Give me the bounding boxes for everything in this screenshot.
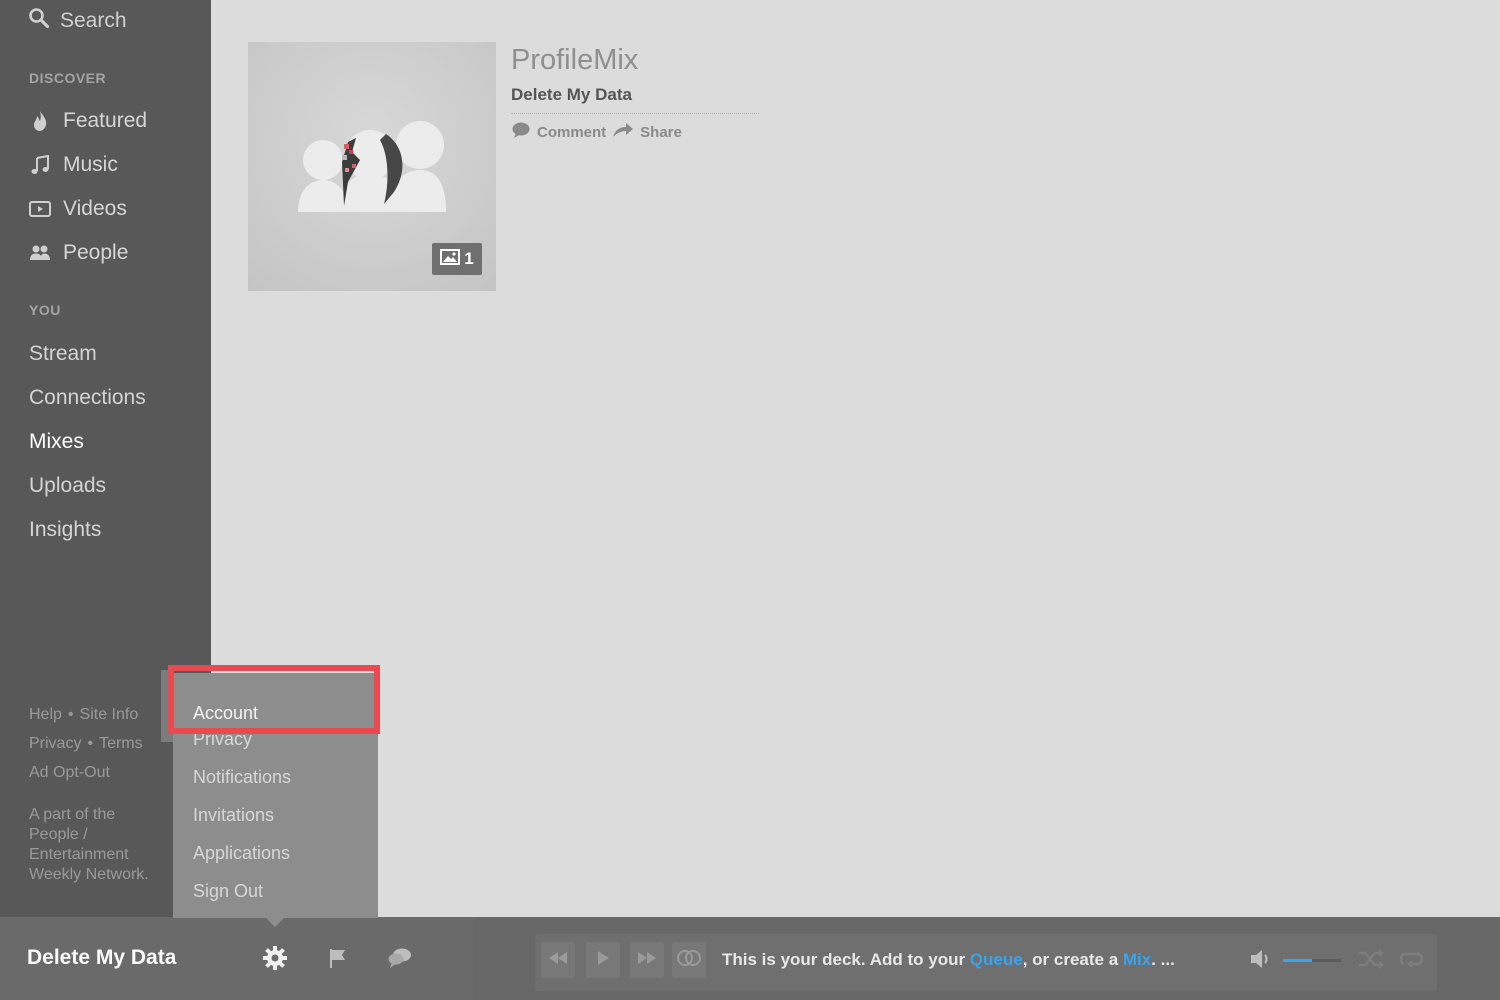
site-info-link[interactable]: Site Info xyxy=(80,706,139,723)
play-button[interactable] xyxy=(586,942,620,978)
you-section-title: YOU xyxy=(29,302,61,318)
shuffle-button[interactable] xyxy=(1358,949,1384,974)
queue-link[interactable]: Queue xyxy=(970,950,1023,969)
fast-forward-icon xyxy=(637,951,657,970)
deck-text: , or create a xyxy=(1022,950,1123,969)
flag-icon xyxy=(327,947,349,974)
sidebar-item-music[interactable]: Music xyxy=(29,150,118,180)
rewind-icon xyxy=(548,951,568,970)
deck-text: This is your deck. Add to your xyxy=(722,950,970,969)
video-play-icon xyxy=(29,198,51,220)
repeat-icon xyxy=(1399,952,1425,973)
flame-icon xyxy=(29,110,51,132)
sidebar-item-label: People xyxy=(63,241,129,264)
sidebar-item-videos[interactable]: Videos xyxy=(29,194,127,224)
mix-link[interactable]: Mix xyxy=(1123,950,1151,969)
search-icon xyxy=(28,7,50,35)
sidebar-item-people[interactable]: People xyxy=(29,238,128,268)
volume-slider[interactable] xyxy=(1283,959,1341,962)
crossfade-button[interactable] xyxy=(672,942,706,978)
sidebar-item-stream[interactable]: Stream xyxy=(29,339,97,369)
mix-actions: Comment Share xyxy=(511,121,682,143)
search-label: Search xyxy=(60,9,127,32)
discover-section-title: DISCOVER xyxy=(29,70,107,86)
sidebar-item-label: Music xyxy=(63,153,118,176)
current-user-name[interactable]: Delete My Data xyxy=(27,946,176,970)
deck-text: . ... xyxy=(1151,950,1175,969)
separator: • xyxy=(67,706,74,723)
comment-button[interactable]: Comment xyxy=(511,121,606,143)
menu-item-notifications[interactable]: Notifications xyxy=(193,765,291,789)
share-button[interactable]: Share xyxy=(612,122,682,142)
mix-owner[interactable]: Delete My Data xyxy=(511,85,632,105)
menu-item-invitations[interactable]: Invitations xyxy=(193,803,274,827)
settings-button[interactable] xyxy=(261,945,289,975)
chat-icon xyxy=(387,947,413,974)
terms-link[interactable]: Terms xyxy=(99,735,143,752)
mix-title[interactable]: ProfileMix xyxy=(511,44,638,77)
image-icon xyxy=(440,248,461,270)
speaker-icon xyxy=(1249,950,1273,974)
sidebar-item-connections[interactable]: Connections xyxy=(29,383,146,413)
ad-opt-out-link[interactable]: Ad Opt-Out xyxy=(29,764,110,781)
play-icon xyxy=(596,950,610,971)
sidebar-item-uploads[interactable]: Uploads xyxy=(29,471,106,501)
footer-links: Help • Site Info Privacy • Terms Ad Opt-Out xyxy=(29,700,143,787)
shuffle-icon xyxy=(1358,949,1384,973)
people-icon xyxy=(29,242,51,264)
menu-caret xyxy=(265,917,285,927)
chat-button[interactable] xyxy=(386,945,414,975)
rewind-button[interactable] xyxy=(541,942,575,978)
volume-button[interactable] xyxy=(1249,948,1273,975)
network-note: A part of the People / Entertainment Wee… xyxy=(29,806,149,883)
menu-item-applications[interactable]: Applications xyxy=(193,841,290,865)
photo-count-badge[interactable]: 1 xyxy=(432,243,482,275)
deck-message: This is your deck. Add to your Queue, or… xyxy=(722,950,1175,970)
divider xyxy=(511,113,759,114)
help-link[interactable]: Help xyxy=(29,706,62,723)
music-note-icon xyxy=(29,154,51,176)
menu-item-sign-out[interactable]: Sign Out xyxy=(193,879,263,903)
crossfade-icon xyxy=(676,949,702,972)
share-label: Share xyxy=(640,123,682,141)
sidebar-item-insights[interactable]: Insights xyxy=(29,515,101,545)
repeat-button[interactable] xyxy=(1399,949,1425,974)
comment-label: Comment xyxy=(537,123,607,141)
comment-icon xyxy=(511,121,531,143)
sidebar-item-featured[interactable]: Featured xyxy=(29,106,147,136)
search-button[interactable]: Search xyxy=(28,6,127,36)
sidebar-item-mixes[interactable]: Mixes xyxy=(29,427,84,457)
gear-icon xyxy=(262,945,288,976)
separator: • xyxy=(87,735,94,752)
volume-level xyxy=(1283,959,1312,962)
mix-cover-image[interactable]: 1 xyxy=(248,42,496,291)
photo-count: 1 xyxy=(464,249,474,268)
sidebar-item-label: Featured xyxy=(63,109,148,132)
highlight-box xyxy=(168,665,380,734)
flag-button[interactable] xyxy=(324,945,352,975)
privacy-link[interactable]: Privacy xyxy=(29,735,81,752)
sidebar-item-label: Videos xyxy=(63,197,127,220)
fast-forward-button[interactable] xyxy=(630,942,664,978)
share-icon xyxy=(612,122,634,142)
